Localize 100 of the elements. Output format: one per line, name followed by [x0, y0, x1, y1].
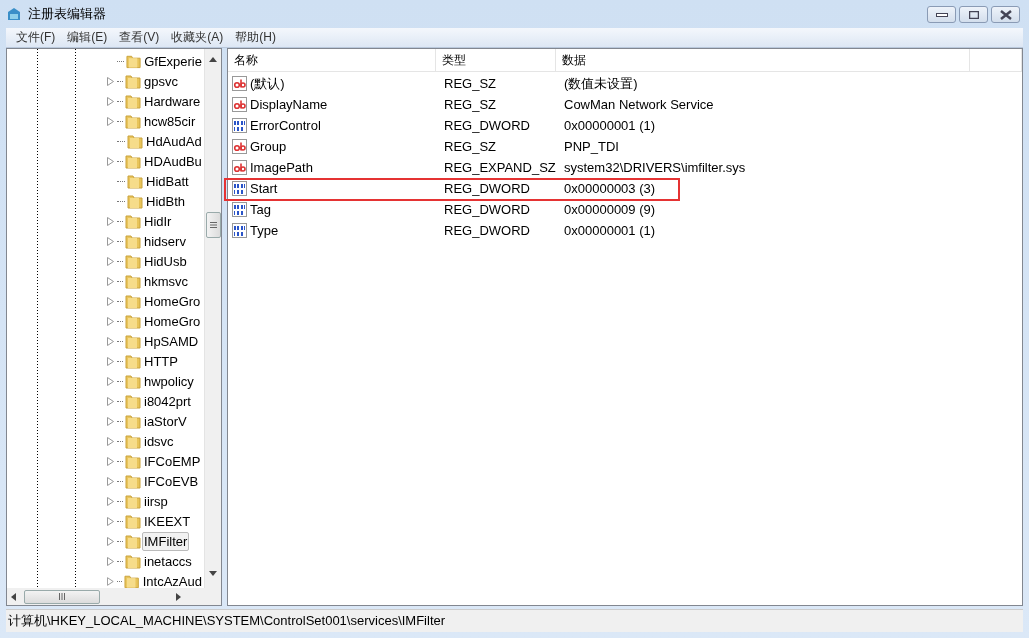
value-name[interactable]: Group [228, 138, 436, 155]
tree-item[interactable]: IKEEXT [142, 511, 193, 531]
folder-icon [126, 53, 142, 69]
status-bar: 计算机\HKEY_LOCAL_MACHINE\SYSTEM\ControlSet001\services\IMFilter [6, 609, 1023, 632]
folder-icon [125, 413, 141, 429]
tree-item[interactable]: iaStorV [142, 411, 189, 431]
folder-icon [125, 233, 141, 249]
expand-arrow-icon[interactable] [107, 236, 114, 246]
expand-arrow-icon[interactable] [107, 316, 114, 326]
tree-item[interactable]: idsvc [142, 431, 176, 451]
tree-item[interactable]: HomeGro [142, 311, 203, 331]
column-header[interactable]: 数据 [556, 49, 970, 71]
value-data: 0x00000003 (3) [563, 181, 657, 196]
expand-arrow-icon[interactable] [107, 476, 114, 486]
minimize-icon [935, 12, 948, 17]
column-header[interactable]: 名称 [228, 49, 436, 71]
value-data: 0x00000009 (9) [563, 202, 657, 217]
folder-icon [125, 453, 141, 469]
expand-arrow-icon[interactable] [107, 416, 114, 426]
tree-item[interactable]: hwpolicy [142, 371, 196, 391]
tree-item[interactable]: HidIr [142, 211, 174, 231]
expand-arrow-icon[interactable] [107, 536, 114, 546]
string-value-icon [232, 138, 248, 155]
column-header[interactable]: 类型 [436, 49, 556, 71]
expand-arrow-icon[interactable] [107, 516, 114, 526]
scroll-thumb[interactable] [24, 589, 100, 604]
value-name[interactable]: DisplayName [228, 96, 436, 113]
expand-arrow-icon[interactable] [107, 396, 114, 406]
down-arrow-icon[interactable] [209, 571, 217, 576]
menu-item[interactable]: 帮助(H) [229, 29, 282, 46]
tree-item[interactable]: HdAudAd [144, 131, 204, 151]
expand-arrow-icon[interactable] [107, 276, 114, 286]
tree-item[interactable]: i8042prt [142, 391, 193, 411]
folder-icon [125, 533, 141, 549]
expand-arrow-icon[interactable] [107, 356, 114, 366]
value-data: PNP_TDI [563, 139, 620, 154]
folder-icon [125, 253, 141, 269]
expand-arrow-icon[interactable] [107, 496, 114, 506]
value-name[interactable]: Start [228, 180, 436, 197]
tree-item[interactable]: HidBatt [144, 171, 191, 191]
menu-item[interactable]: 文件(F) [10, 29, 62, 46]
minimize-button[interactable] [927, 6, 956, 23]
folder-icon [125, 293, 141, 309]
tree-item[interactable]: HomeGro [142, 291, 203, 311]
tree-item[interactable]: gpsvc [142, 71, 180, 91]
tree-item[interactable]: HTTP [142, 351, 180, 371]
tree-item[interactable]: GfExperie [142, 51, 204, 71]
value-data: CowMan Network Service [563, 97, 715, 112]
expand-arrow-icon[interactable] [107, 156, 114, 166]
vertical-scrollbar[interactable] [204, 49, 221, 588]
expand-arrow-icon[interactable] [107, 436, 114, 446]
value-name[interactable]: Tag [228, 201, 436, 218]
tree-item[interactable]: hkmsvc [142, 271, 191, 291]
scroll-thumb[interactable] [205, 212, 221, 238]
expand-arrow-icon[interactable] [107, 256, 114, 266]
tree-item[interactable]: iirsp [142, 491, 170, 511]
expand-arrow-icon[interactable] [107, 76, 114, 86]
up-arrow-icon[interactable] [209, 57, 217, 62]
tree-item[interactable]: HpSAMD [142, 331, 201, 351]
value-name[interactable]: ImagePath [228, 159, 436, 176]
folder-icon [125, 153, 141, 169]
expand-arrow-icon[interactable] [107, 556, 114, 566]
tree-item[interactable]: HDAudBu [142, 151, 204, 171]
folder-icon [125, 93, 141, 109]
expand-arrow-icon[interactable] [107, 216, 114, 226]
folder-icon [125, 313, 141, 329]
expand-arrow-icon[interactable] [107, 116, 114, 126]
value-name[interactable]: Type [228, 222, 436, 239]
value-type: REG_DWORD [443, 223, 531, 238]
folder-icon [125, 273, 141, 289]
tree-item[interactable]: hidserv [142, 231, 188, 251]
tree-item[interactable]: Hardware [142, 91, 203, 111]
tree-item[interactable]: HidUsb [142, 251, 189, 271]
close-button[interactable] [991, 6, 1020, 23]
tree-item[interactable]: IFCoEMP [142, 451, 203, 471]
right-arrow-icon[interactable] [176, 592, 181, 601]
tree-item[interactable]: IFCoEVB [142, 471, 201, 491]
tree-item[interactable]: hcw85cir [142, 111, 198, 131]
tree-item[interactable]: IMFilter [142, 531, 190, 551]
value-name[interactable]: ErrorControl [228, 117, 436, 134]
expand-arrow-icon[interactable] [107, 376, 114, 386]
maximize-button[interactable] [959, 6, 988, 23]
menu-item[interactable]: 收藏夹(A) [165, 29, 230, 46]
expand-arrow-icon[interactable] [107, 576, 114, 586]
tree-item[interactable]: inetaccs [142, 551, 194, 571]
left-arrow-icon[interactable] [11, 592, 16, 601]
binary-value-icon [232, 201, 248, 218]
expand-arrow-icon[interactable] [107, 336, 114, 346]
value-name[interactable]: (默认) [228, 74, 436, 93]
value-type: REG_SZ [443, 76, 497, 91]
tree-item[interactable]: HidBth [144, 191, 188, 211]
folder-icon [125, 213, 141, 229]
tree-item[interactable]: IntcAzAud [140, 571, 204, 591]
expand-arrow-icon[interactable] [107, 456, 114, 466]
menu-item[interactable]: 查看(V) [113, 29, 166, 46]
menu-item[interactable]: 编辑(E) [61, 29, 114, 46]
expand-arrow-icon[interactable] [107, 296, 114, 306]
expand-arrow-icon[interactable] [107, 96, 114, 106]
horizontal-scrollbar[interactable] [7, 588, 221, 605]
value-data: system32\DRIVERS\imfilter.sys [563, 160, 747, 175]
